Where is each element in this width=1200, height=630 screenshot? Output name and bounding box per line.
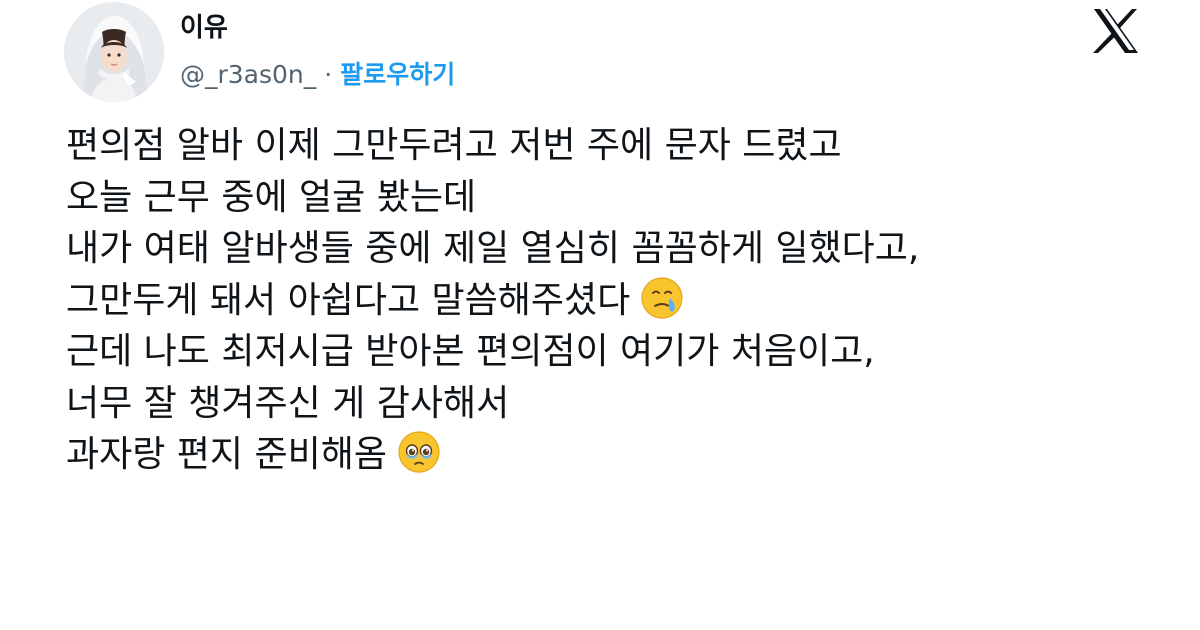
follow-button[interactable]: 팔로우하기 xyxy=(340,60,455,89)
tweet-line-text: 내가 여태 알바생들 중에 제일 열심히 꼼꼼하게 일했다고, xyxy=(66,228,920,269)
tweet-line: 편의점 알바 이제 그만두려고 저번 주에 문자 드렸고 xyxy=(66,120,1186,172)
tweet-line-text: 과자랑 편지 준비해옴 xyxy=(66,434,387,475)
face-holding-back-tears-icon xyxy=(397,430,441,474)
handle-row: @_r3as0n_ · 팔로우하기 xyxy=(180,57,455,93)
tweet-line: 내가 여태 알바생들 중에 제일 열심히 꼼꼼하게 일했다고, xyxy=(66,223,1186,275)
tweet-line: 오늘 근무 중에 얼굴 봤는데 xyxy=(66,172,1186,224)
user-handle[interactable]: @_r3as0n_ xyxy=(180,60,316,89)
tweet-line-text: 너무 잘 챙겨주신 게 감사해서 xyxy=(66,382,510,424)
tweet-line-text: 편의점 알바 이제 그만두려고 저번 주에 문자 드렸고 xyxy=(66,125,842,166)
face-holding-back-tears-icon xyxy=(640,276,684,320)
tweet-line: 과자랑 편지 준비해옴 xyxy=(66,429,1186,481)
tweet-line-text: 근데 나도 최저시급 받아본 편의점이 여기가 처음이고, xyxy=(66,331,875,372)
tweet-line-text: 그만두게 돼서 아쉽다고 말씀해주셨다 xyxy=(66,279,631,321)
separator-dot: · xyxy=(324,60,333,89)
tweet-line: 그만두게 돼서 아쉽다고 말씀해주셨다 xyxy=(66,275,1186,327)
tweet-line-text: 오늘 근무 중에 얼굴 봤는데 xyxy=(66,176,477,218)
display-name[interactable]: 이유 xyxy=(180,10,228,46)
x-logo-icon[interactable] xyxy=(1092,8,1140,54)
tweet-card: 이유 @_r3as0n_ · 팔로우하기 편의점 알바 이제 그만두려고 저번 주에… xyxy=(0,0,1200,630)
tweet-line: 너무 잘 챙겨주신 게 감사해서 xyxy=(66,378,1186,430)
tweet-line: 근데 나도 최저시급 받아본 편의점이 여기가 처음이고, xyxy=(66,326,1186,378)
avatar[interactable] xyxy=(64,2,164,102)
tweet-text: 편의점 알바 이제 그만두려고 저번 주에 문자 드렸고 오늘 근무 중에 얼굴… xyxy=(66,120,1186,481)
